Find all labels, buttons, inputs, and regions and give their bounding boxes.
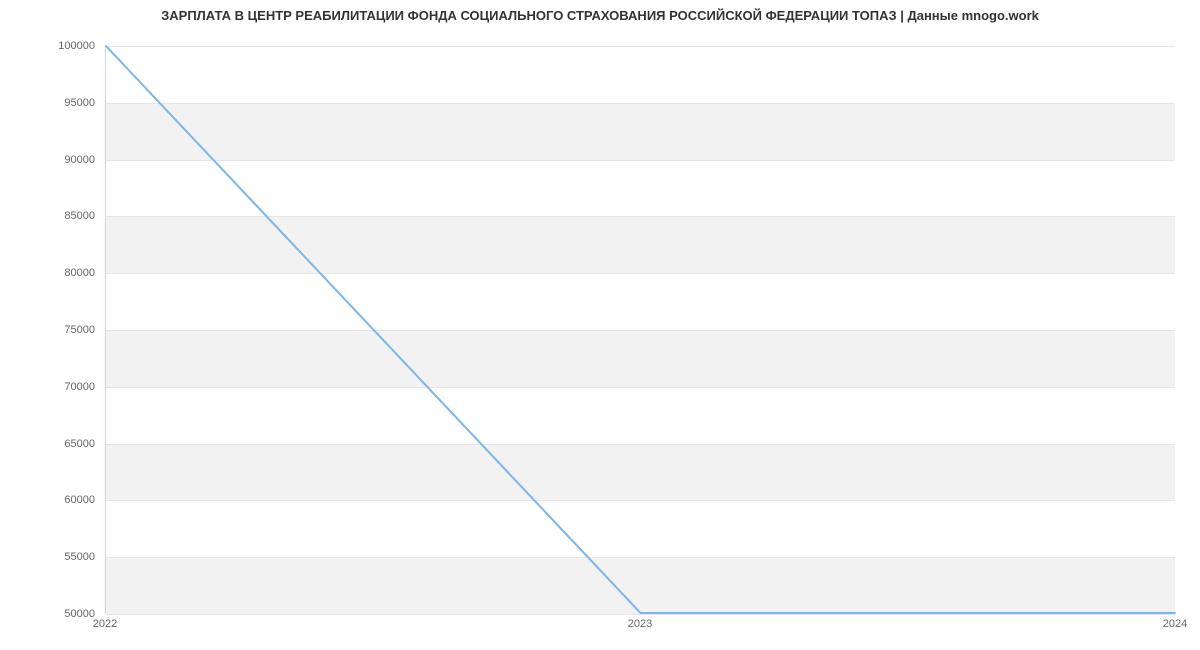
x-axis-tick-label: 2022 xyxy=(93,618,117,630)
x-axis-tick-label: 2024 xyxy=(1163,618,1187,630)
chart-title: ЗАРПЛАТА В ЦЕНТР РЕАБИЛИТАЦИИ ФОНДА СОЦИ… xyxy=(0,8,1200,23)
y-axis-tick-label: 80000 xyxy=(0,267,95,279)
chart-container: ЗАРПЛАТА В ЦЕНТР РЕАБИЛИТАЦИИ ФОНДА СОЦИ… xyxy=(0,0,1200,650)
line-series xyxy=(106,46,1175,613)
gridline-y xyxy=(106,614,1175,615)
y-axis-tick-label: 100000 xyxy=(0,40,95,52)
y-axis-tick-label: 55000 xyxy=(0,551,95,563)
y-axis-tick-label: 50000 xyxy=(0,608,95,620)
y-axis-tick-label: 95000 xyxy=(0,97,95,109)
y-axis-tick-label: 65000 xyxy=(0,438,95,450)
y-axis-tick-label: 85000 xyxy=(0,210,95,222)
y-axis-tick-label: 90000 xyxy=(0,154,95,166)
y-axis-tick-label: 60000 xyxy=(0,494,95,506)
y-axis-tick-label: 75000 xyxy=(0,324,95,336)
x-axis-tick-label: 2023 xyxy=(628,618,652,630)
y-axis-tick-label: 70000 xyxy=(0,381,95,393)
plot-area xyxy=(105,46,1175,614)
